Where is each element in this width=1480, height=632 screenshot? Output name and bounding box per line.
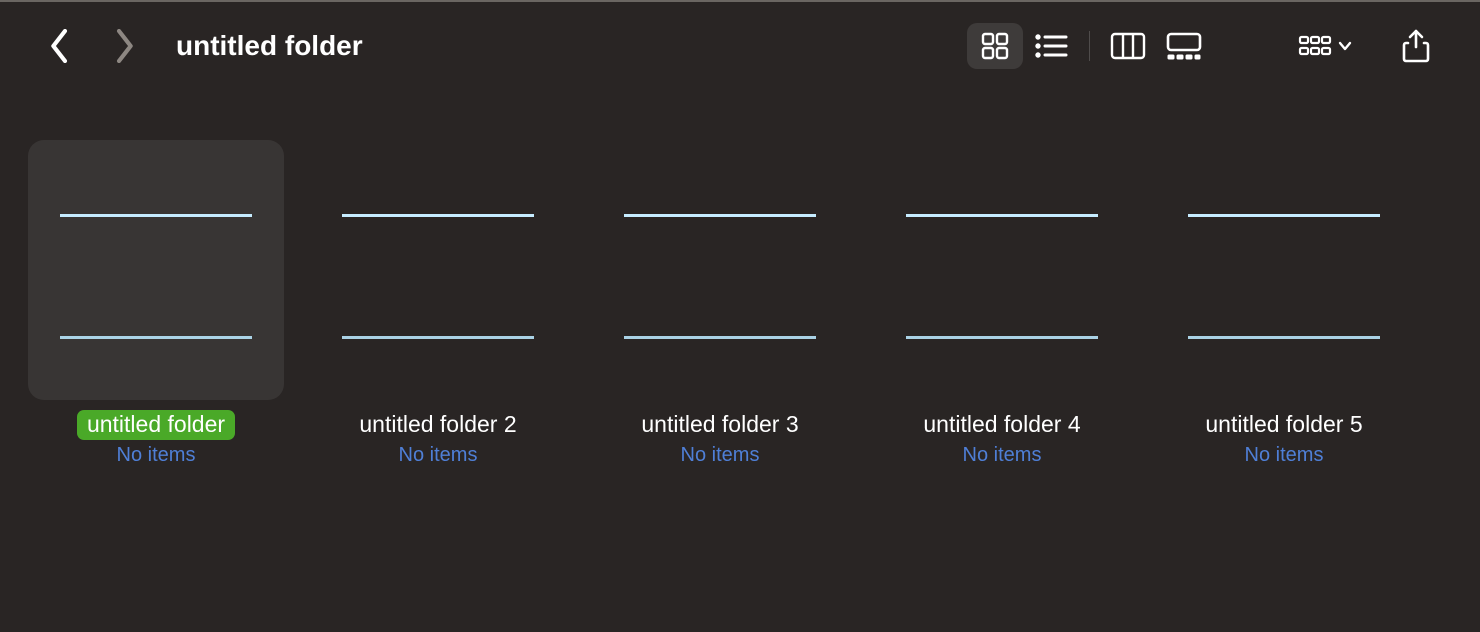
folder-icon bbox=[620, 180, 820, 360]
folder-name: untitled folder 5 bbox=[1195, 410, 1372, 440]
window-title: untitled folder bbox=[176, 30, 363, 62]
folder-thumb bbox=[592, 140, 848, 400]
folder-item[interactable]: untitled folder No items bbox=[28, 140, 284, 467]
folder-thumb bbox=[310, 140, 566, 400]
folder-name: untitled folder 4 bbox=[913, 410, 1090, 440]
nav-back-button[interactable] bbox=[50, 29, 70, 63]
share-button[interactable] bbox=[1388, 23, 1444, 69]
folder-subtext: No items bbox=[117, 444, 196, 467]
view-columns-button[interactable] bbox=[1100, 23, 1156, 69]
folder-item[interactable]: untitled folder 5 No items bbox=[1156, 140, 1412, 467]
icon-grid: untitled folderNo itemsuntitled folder 2… bbox=[0, 90, 1480, 467]
nav-group bbox=[50, 29, 134, 63]
folder-thumb bbox=[874, 140, 1130, 400]
share-icon bbox=[1402, 29, 1430, 63]
toolbar: untitled folder bbox=[0, 0, 1480, 90]
columns-icon bbox=[1110, 32, 1146, 60]
folder-icon bbox=[56, 180, 256, 360]
grid-icon bbox=[980, 31, 1010, 61]
folder-icon bbox=[338, 180, 538, 360]
folder-subtext: No items bbox=[681, 444, 760, 467]
chevron-down-icon bbox=[1338, 41, 1352, 51]
folder-name: untitled folder bbox=[77, 410, 235, 440]
gallery-icon bbox=[1165, 32, 1203, 60]
folder-icon bbox=[902, 180, 1102, 360]
folder-icon bbox=[1184, 180, 1384, 360]
folder-subtext: No items bbox=[963, 444, 1042, 467]
folder-thumb bbox=[28, 140, 284, 400]
folder-thumb bbox=[1156, 140, 1412, 400]
list-icon bbox=[1034, 33, 1068, 59]
folder-name: untitled folder 2 bbox=[349, 410, 526, 440]
view-icons-button[interactable] bbox=[967, 23, 1023, 69]
toolbar-divider bbox=[1089, 31, 1090, 61]
toolbar-right-group bbox=[1292, 23, 1444, 69]
group-icon bbox=[1298, 34, 1332, 58]
view-list-button[interactable] bbox=[1023, 23, 1079, 69]
view-gallery-button[interactable] bbox=[1156, 23, 1212, 69]
group-by-button[interactable] bbox=[1292, 23, 1358, 69]
folder-item[interactable]: untitled folder 2 No items bbox=[310, 140, 566, 467]
folder-subtext: No items bbox=[399, 444, 478, 467]
folder-item[interactable]: untitled folder 4 No items bbox=[874, 140, 1130, 467]
folder-item[interactable]: untitled folder 3 No items bbox=[592, 140, 848, 467]
nav-forward-button[interactable] bbox=[114, 29, 134, 63]
view-switcher bbox=[967, 23, 1212, 69]
folder-subtext: No items bbox=[1245, 444, 1324, 467]
folder-name: untitled folder 3 bbox=[631, 410, 808, 440]
